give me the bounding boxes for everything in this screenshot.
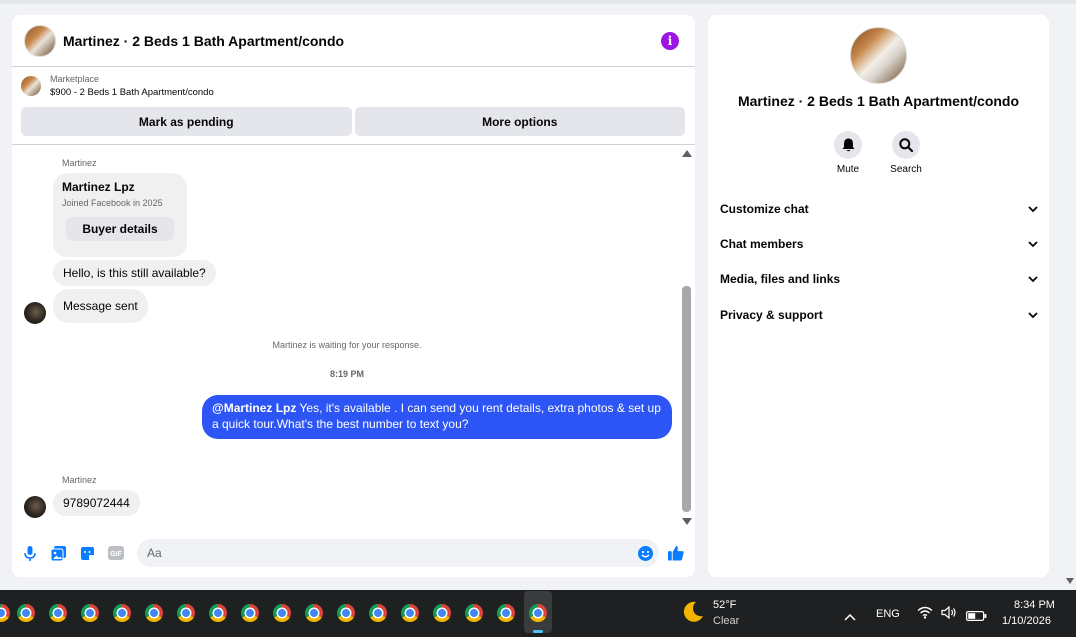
page-scroll-down-icon[interactable] [1066, 578, 1074, 584]
chrome-icon[interactable] [49, 604, 67, 622]
chrome-icon[interactable] [145, 604, 163, 622]
sticker-icon[interactable] [79, 545, 95, 561]
row-label: Chat members [720, 237, 804, 251]
clock-date[interactable]: 1/10/2026 [1002, 615, 1051, 627]
chat-title[interactable]: Martinez · 2 Beds 1 Bath Apartment/condo [63, 33, 344, 49]
chevron-down-icon [1028, 205, 1038, 212]
outgoing-message-bubble: @Martinez Lpz Yes, it's available . I ca… [202, 395, 672, 439]
chrome-icon[interactable] [497, 604, 515, 622]
language-indicator[interactable]: ENG [876, 608, 900, 620]
info-icon[interactable]: i [661, 32, 679, 50]
chrome-icon[interactable] [209, 604, 227, 622]
chrome-icon[interactable] [17, 604, 35, 622]
customize-chat-row[interactable]: Customize chat [720, 199, 1038, 219]
message-bubble: Hello, is this still available? [53, 260, 216, 286]
chevron-up-icon[interactable] [844, 608, 856, 626]
active-indicator [533, 630, 543, 633]
mark-as-pending-button[interactable]: Mark as pending [21, 107, 352, 136]
search-label: Search [890, 164, 922, 175]
row-label: Customize chat [720, 202, 809, 216]
chrome-icon[interactable] [369, 604, 387, 622]
search-icon[interactable] [892, 131, 920, 159]
taskbar: 52°F Clear ENG 8:34 PM 1/10/2026 [0, 590, 1076, 637]
scroll-up-arrow-icon[interactable] [682, 150, 692, 157]
chrome-icon[interactable] [305, 604, 323, 622]
sender-name: Martinez [62, 475, 97, 485]
message-list: Martinez Martinez Lpz Joined Facebook in… [12, 144, 695, 529]
waiting-notice: Martinez is waiting for your response. [272, 340, 422, 350]
row-label: Media, files and links [720, 272, 841, 286]
avatar[interactable] [24, 496, 46, 518]
thumbs-up-icon[interactable] [668, 545, 684, 561]
listing-photo[interactable] [850, 27, 907, 84]
composer: GIF [12, 537, 695, 569]
privacy-support-row[interactable]: Privacy & support [720, 305, 1038, 325]
buyer-details-button[interactable]: Buyer details [66, 217, 174, 241]
row-label: Privacy & support [720, 308, 823, 322]
moon-weather-icon[interactable] [681, 600, 705, 629]
mention[interactable]: @Martinez Lpz [212, 401, 296, 415]
chrome-icon[interactable] [465, 604, 483, 622]
gif-icon[interactable]: GIF [108, 545, 124, 561]
sender-name: Martinez [62, 158, 97, 168]
scroll-down-arrow-icon[interactable] [682, 518, 692, 525]
chrome-icon[interactable] [273, 604, 291, 622]
listing-small-thumbnail [21, 76, 41, 96]
mute-action[interactable]: Mute [823, 131, 873, 175]
listing-actions: Mark as pending More options [21, 107, 685, 136]
top-strip [0, 0, 1076, 4]
chrome-icon[interactable] [529, 604, 547, 622]
chrome-icon[interactable] [81, 604, 99, 622]
message-input[interactable] [137, 539, 659, 567]
listing-thumbnail[interactable] [24, 24, 56, 57]
speaker-icon[interactable] [941, 605, 957, 624]
chevron-down-icon [1028, 275, 1038, 282]
chrome-icon[interactable] [113, 604, 131, 622]
marketplace-label: Marketplace [50, 74, 100, 84]
weather-condition[interactable]: Clear [713, 615, 739, 627]
photo-icon[interactable] [50, 545, 66, 561]
chrome-icon[interactable] [433, 604, 451, 622]
chrome-icon[interactable] [337, 604, 355, 622]
chevron-down-icon [1028, 311, 1038, 318]
message-scrollbar[interactable] [680, 146, 692, 526]
search-action[interactable]: Search [881, 131, 931, 175]
weather-temp[interactable]: 52°F [713, 599, 736, 611]
scroll-thumb[interactable] [682, 286, 691, 512]
chat-info-panel: Martinez · 2 Beds 1 Bath Apartment/condo… [708, 15, 1049, 577]
buyer-name: Martinez Lpz [62, 180, 135, 194]
chat-header: Martinez · 2 Beds 1 Bath Apartment/condo… [12, 15, 695, 67]
chrome-icon[interactable] [241, 604, 259, 622]
chrome-icon[interactable] [401, 604, 419, 622]
avatar[interactable] [24, 302, 46, 324]
wifi-icon[interactable] [917, 606, 933, 624]
clock-time[interactable]: 8:34 PM [1014, 599, 1055, 611]
chrome-icon[interactable] [177, 604, 195, 622]
message-bubble: Message sent [53, 289, 148, 323]
listing-price-title: $900 - 2 Beds 1 Bath Apartment/condo [50, 87, 214, 98]
marketplace-listing[interactable]: Marketplace $900 - 2 Beds 1 Bath Apartme… [12, 68, 695, 104]
svg-text:GIF: GIF [110, 551, 122, 558]
buyer-joined: Joined Facebook in 2025 [62, 198, 163, 208]
chevron-down-icon [1028, 240, 1038, 247]
more-options-button[interactable]: More options [354, 107, 685, 136]
battery-icon[interactable] [966, 608, 987, 626]
buyer-profile-card: Martinez Lpz Joined Facebook in 2025 Buy… [53, 173, 187, 257]
bell-icon[interactable] [834, 131, 862, 159]
mute-label: Mute [836, 164, 860, 175]
chat-panel: Martinez · 2 Beds 1 Bath Apartment/condo… [12, 15, 695, 577]
side-title: Martinez · 2 Beds 1 Bath Apartment/condo [737, 93, 1020, 109]
chrome-icon[interactable] [0, 604, 10, 622]
media-files-links-row[interactable]: Media, files and links [720, 269, 1038, 289]
message-bubble: 9789072444 [53, 490, 140, 516]
emoji-icon[interactable] [637, 545, 653, 561]
message-timestamp: 8:19 PM [329, 369, 364, 379]
chat-members-row[interactable]: Chat members [720, 234, 1038, 254]
microphone-icon[interactable] [22, 545, 38, 561]
